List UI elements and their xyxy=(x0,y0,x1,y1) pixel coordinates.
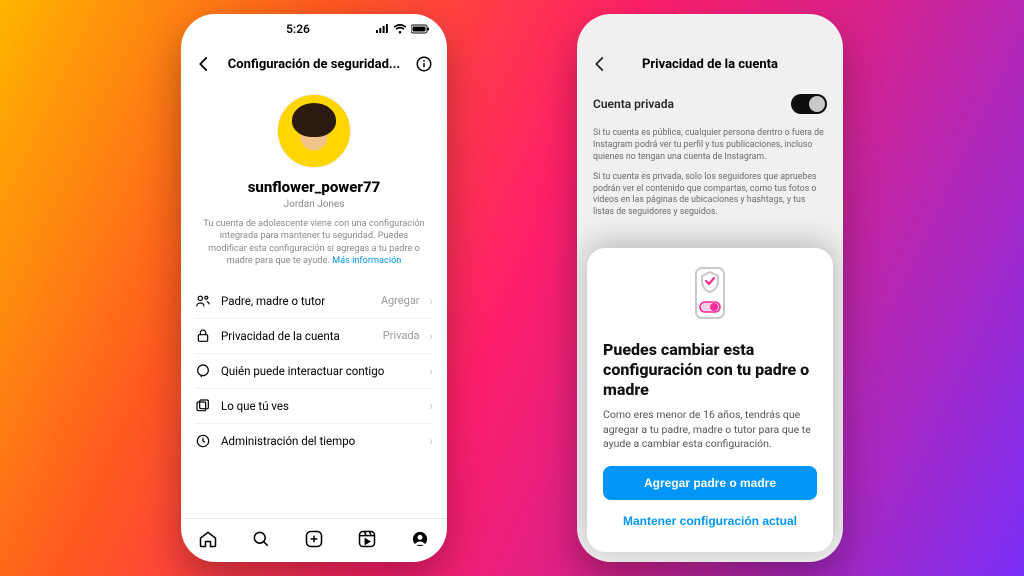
phone-privacy: Privacidad de la cuenta Cuenta privada S… xyxy=(577,14,843,562)
back-button[interactable] xyxy=(193,53,215,75)
status-time: 5:26 xyxy=(181,22,375,36)
modal-sheet: Puedes cambiar esta configuración con tu… xyxy=(587,248,833,552)
toggle-label: Cuenta privada xyxy=(593,97,674,111)
photos-icon xyxy=(195,398,211,414)
stage: 5:26 Configuración de seguridad... sunfl… xyxy=(0,0,1024,576)
content-area: sunflower_power77 Jordan Jones Tu cuenta… xyxy=(181,84,447,518)
settings-menu: Padre, madre o tutor Agregar › Privacida… xyxy=(195,284,433,458)
battery-icon xyxy=(411,24,431,34)
phone-settings: 5:26 Configuración de seguridad... sunfl… xyxy=(181,14,447,562)
sheet-title: Puedes cambiar esta configuración con tu… xyxy=(603,340,817,400)
menu-label: Quién puede interactuar contigo xyxy=(221,364,420,378)
account-blurb: Tu cuenta de adolescente viene con una c… xyxy=(201,218,427,268)
menu-item-interactions[interactable]: Quién puede interactuar contigo › xyxy=(195,354,433,388)
menu-label: Lo que tú ves xyxy=(221,399,420,413)
chevron-right-icon: › xyxy=(430,294,433,308)
profile-icon[interactable] xyxy=(410,529,430,549)
menu-item-parent[interactable]: Padre, madre o tutor Agregar › xyxy=(195,284,433,318)
search-icon[interactable] xyxy=(251,529,271,549)
page-title: Configuración de seguridad... xyxy=(223,57,405,72)
home-icon[interactable] xyxy=(198,529,218,549)
create-icon[interactable] xyxy=(304,529,324,549)
people-icon xyxy=(195,293,211,309)
add-parent-button[interactable]: Agregar padre o madre xyxy=(603,466,817,500)
status-bar: 5:26 xyxy=(181,14,447,44)
bottom-nav xyxy=(181,518,447,562)
display-name: Jordan Jones xyxy=(195,199,433,210)
menu-item-privacy[interactable]: Privacidad de la cuenta Privada › xyxy=(195,319,433,353)
menu-value: Agregar xyxy=(381,294,420,307)
menu-label: Privacidad de la cuenta xyxy=(221,329,373,343)
learn-more-link[interactable]: Más información xyxy=(332,255,401,266)
privacy-explainer-1: Si tu cuenta es pública, cualquier perso… xyxy=(577,124,843,168)
chevron-right-icon: › xyxy=(430,364,433,378)
menu-label: Administración del tiempo xyxy=(221,434,420,448)
wifi-icon xyxy=(393,24,407,34)
chevron-right-icon: › xyxy=(430,329,433,343)
header-bar: Configuración de seguridad... xyxy=(181,44,447,84)
toggle-switch-on[interactable] xyxy=(791,94,827,114)
clock-icon xyxy=(195,433,211,449)
keep-settings-button[interactable]: Mantener configuración actual xyxy=(603,504,817,538)
signal-icon xyxy=(375,24,389,34)
message-icon xyxy=(195,363,211,379)
reels-icon[interactable] xyxy=(357,529,377,549)
sheet-body: Como eres menor de 16 años, tendrás que … xyxy=(603,408,817,452)
privacy-explainer-2: Si tu cuenta es privada, solo los seguid… xyxy=(577,168,843,224)
menu-item-time[interactable]: Administración del tiempo › xyxy=(195,424,433,458)
menu-item-content[interactable]: Lo que tú ves › xyxy=(195,389,433,423)
sheet-illustration xyxy=(603,266,817,328)
status-icons xyxy=(375,24,431,34)
info-button[interactable] xyxy=(413,53,435,75)
avatar[interactable] xyxy=(277,94,351,168)
menu-label: Padre, madre o tutor xyxy=(221,294,371,308)
lock-icon xyxy=(195,328,211,344)
private-account-row[interactable]: Cuenta privada xyxy=(577,84,843,124)
menu-value: Privada xyxy=(383,329,420,342)
chevron-right-icon: › xyxy=(430,434,433,448)
username: sunflower_power77 xyxy=(195,178,433,196)
chevron-right-icon: › xyxy=(430,399,433,413)
